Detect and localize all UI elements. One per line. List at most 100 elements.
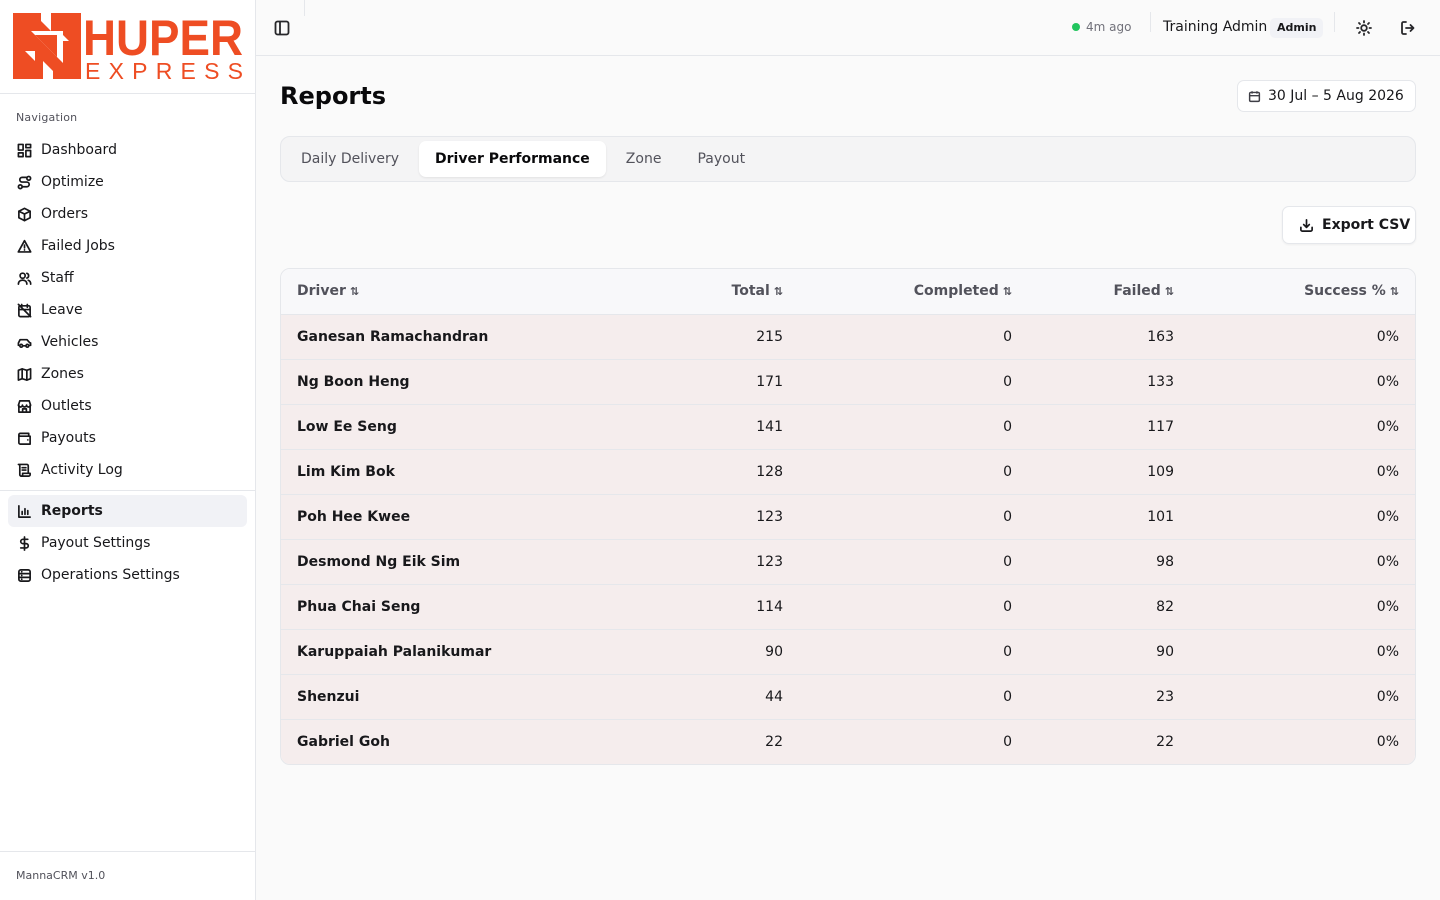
tab-driver-performance[interactable]: Driver Performance	[419, 141, 606, 177]
table-row[interactable]: Karuppaiah Palanikumar 90 0 90 0%	[281, 629, 1415, 674]
user-name: Training Admin	[1163, 19, 1268, 35]
sidebar-item-label: Staff	[41, 270, 74, 286]
dollar-icon	[17, 535, 32, 551]
column-header-success[interactable]: Success % ⇅	[1190, 269, 1415, 314]
driver-name: Phua Chai Seng	[297, 598, 421, 615]
total-cell: 215	[756, 328, 783, 345]
driver-performance-table: Driver ⇅ Total ⇅ Completed ⇅ Failed ⇅ Succes…	[280, 268, 1416, 765]
store-icon	[17, 399, 32, 414]
map-icon	[17, 367, 32, 382]
failed-cell: 90	[1156, 643, 1174, 660]
sidebar-item-label: Dashboard	[41, 142, 117, 158]
column-header-completed[interactable]: Completed ⇅	[799, 269, 1028, 314]
completed-cell: 0	[1003, 418, 1012, 435]
sidebar-item-payouts[interactable]: Payouts	[8, 422, 247, 454]
column-header-total[interactable]: Total ⇅	[601, 269, 799, 314]
table-header-row: Driver ⇅ Total ⇅ Completed ⇅ Failed ⇅ Succes…	[281, 269, 1415, 314]
success-cell: 0%	[1376, 553, 1399, 570]
nav-section-label: Navigation	[16, 111, 78, 124]
failed-cell: 109	[1147, 463, 1174, 480]
sidebar-item-reports[interactable]: Reports	[8, 495, 247, 527]
svg-text:EXPRESS: EXPRESS	[85, 58, 243, 83]
failed-cell: 23	[1156, 688, 1174, 705]
table-row[interactable]: Ganesan Ramachandran 215 0 163 0%	[281, 314, 1415, 359]
total-cell: 90	[765, 643, 783, 660]
calendar-off-icon	[17, 303, 32, 318]
table-row[interactable]: Low Ee Seng 141 0 117 0%	[281, 404, 1415, 449]
table-row[interactable]: Poh Hee Kwee 123 0 101 0%	[281, 494, 1415, 539]
column-header-failed[interactable]: Failed ⇅	[1028, 269, 1190, 314]
status-text: 4m ago	[1086, 20, 1132, 34]
total-cell: 141	[756, 418, 783, 435]
sidebar-item-failed-jobs[interactable]: Failed Jobs	[8, 230, 247, 262]
date-range-label: 30 Jul – 5 Aug 2026	[1268, 88, 1404, 104]
failed-cell: 101	[1147, 508, 1174, 525]
failed-cell: 133	[1147, 373, 1174, 390]
sidebar-item-payout-settings[interactable]: Payout Settings	[8, 527, 247, 559]
completed-cell: 0	[1003, 508, 1012, 525]
sidebar-item-optimize[interactable]: Optimize	[8, 166, 247, 198]
export-csv-label: Export CSV	[1322, 217, 1411, 233]
secondary-nav: Reports Payout Settings Operations Setti…	[8, 495, 247, 591]
completed-cell: 0	[1003, 733, 1012, 750]
column-header-driver[interactable]: Driver ⇅	[281, 269, 601, 314]
status-dot	[1072, 23, 1080, 31]
divider	[1150, 12, 1151, 32]
table-row[interactable]: Lim Kim Bok 128 0 109 0%	[281, 449, 1415, 494]
failed-cell: 22	[1156, 733, 1174, 750]
sidebar-item-label: Zones	[41, 366, 84, 382]
nav-divider	[0, 490, 255, 491]
sidebar-item-vehicles[interactable]: Vehicles	[8, 326, 247, 358]
theme-toggle-button[interactable]	[1354, 18, 1374, 38]
completed-cell: 0	[1003, 643, 1012, 660]
tab-zone[interactable]: Zone	[610, 141, 678, 177]
sidebar-item-orders[interactable]: Orders	[8, 198, 247, 230]
total-cell: 171	[756, 373, 783, 390]
failed-cell: 98	[1156, 553, 1174, 570]
sidebar-item-label: Outlets	[41, 398, 92, 414]
driver-name: Ganesan Ramachandran	[297, 328, 489, 345]
download-icon	[1300, 218, 1313, 232]
date-range-picker[interactable]: 30 Jul – 5 Aug 2026	[1237, 80, 1416, 112]
logout-button[interactable]	[1398, 18, 1418, 38]
total-cell: 114	[756, 598, 783, 615]
report-tabs: Daily Delivery Driver Performance Zone P…	[280, 136, 1416, 182]
success-cell: 0%	[1376, 688, 1399, 705]
sidebar-item-zones[interactable]: Zones	[8, 358, 247, 390]
total-cell: 128	[756, 463, 783, 480]
sidebar: HUPER EXPRESS Navigation Dashboard Optim…	[0, 0, 256, 900]
total-cell: 22	[765, 733, 783, 750]
sidebar-item-dashboard[interactable]: Dashboard	[8, 134, 247, 166]
table-row[interactable]: Gabriel Goh 22 0 22 0%	[281, 719, 1415, 764]
top-bar: 4m ago Training Admin Admin	[256, 0, 1440, 56]
database-icon	[17, 568, 32, 583]
brand-logo[interactable]: HUPER EXPRESS	[0, 0, 255, 94]
sun-icon	[1356, 20, 1372, 36]
sidebar-toggle-button[interactable]	[272, 18, 292, 38]
sidebar-item-operations-settings[interactable]: Operations Settings	[8, 559, 247, 591]
total-cell: 123	[756, 553, 783, 570]
sidebar-item-activity-log[interactable]: Activity Log	[8, 454, 247, 486]
route-icon	[17, 175, 32, 190]
sidebar-item-leave[interactable]: Leave	[8, 294, 247, 326]
sort-icon: ⇅	[349, 285, 360, 299]
package-icon	[17, 207, 32, 222]
export-csv-button[interactable]: Export CSV	[1282, 206, 1416, 244]
logout-icon	[1401, 21, 1415, 35]
table-row[interactable]: Shenzui 44 0 23 0%	[281, 674, 1415, 719]
scroll-icon	[17, 463, 32, 478]
table-row[interactable]: Phua Chai Seng 114 0 82 0%	[281, 584, 1415, 629]
tab-daily-delivery[interactable]: Daily Delivery	[285, 141, 415, 177]
table-row[interactable]: Ng Boon Heng 171 0 133 0%	[281, 359, 1415, 404]
completed-cell: 0	[1003, 463, 1012, 480]
warning-icon	[17, 239, 32, 254]
tab-payout[interactable]: Payout	[681, 141, 761, 177]
sort-icon: ⇅	[1002, 285, 1012, 299]
table-row[interactable]: Desmond Ng Eik Sim 123 0 98 0%	[281, 539, 1415, 584]
sidebar-item-staff[interactable]: Staff	[8, 262, 247, 294]
sidebar-item-outlets[interactable]: Outlets	[8, 390, 247, 422]
success-cell: 0%	[1376, 418, 1399, 435]
driver-name: Gabriel Goh	[297, 733, 390, 750]
sort-icon: ⇅	[773, 285, 783, 299]
bar-chart-icon	[17, 504, 32, 519]
